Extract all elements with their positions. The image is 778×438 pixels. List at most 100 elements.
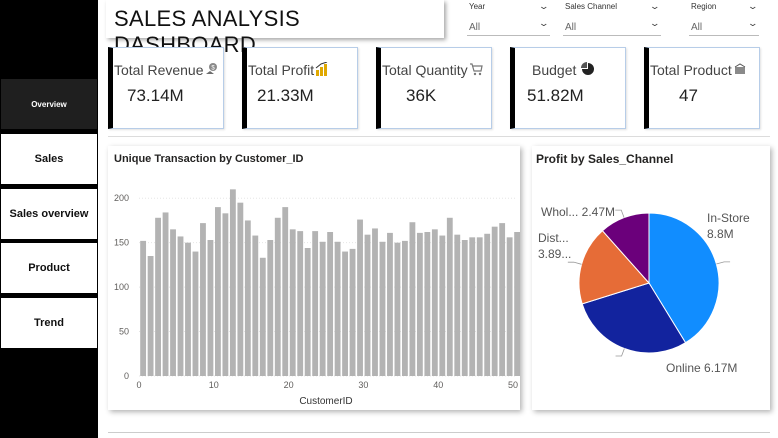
- bar[interactable]: [387, 232, 393, 376]
- bar[interactable]: [469, 237, 476, 376]
- bar[interactable]: [499, 223, 506, 376]
- kpi-card-total-quantity: Total Quantity 36K: [376, 47, 492, 129]
- bar[interactable]: [252, 235, 259, 376]
- kpi-card-total-profit: Total Profit 21.33M: [242, 47, 358, 129]
- nav-item-overview[interactable]: Overview: [1, 79, 97, 129]
- pie-icon: [581, 62, 595, 75]
- chevron-down-icon[interactable]: ⌄: [650, 1, 661, 12]
- bar[interactable]: [162, 212, 169, 376]
- slicer-underline: [467, 35, 550, 36]
- section-divider: [108, 136, 770, 137]
- nav-item-trend[interactable]: Trend: [1, 298, 97, 348]
- pie-slice-label: Whol... 2.47M: [541, 205, 615, 219]
- bar[interactable]: [491, 226, 498, 376]
- kpi-card-budget: Budget 51.82M: [510, 47, 626, 129]
- bar[interactable]: [461, 240, 468, 376]
- bar[interactable]: [416, 232, 423, 376]
- bar[interactable]: [334, 241, 341, 376]
- chevron-down-icon[interactable]: ⌄: [650, 18, 661, 29]
- chevron-down-icon[interactable]: ⌄: [539, 1, 550, 12]
- bar[interactable]: [319, 241, 326, 376]
- bar[interactable]: [177, 236, 184, 376]
- chevron-down-icon[interactable]: ⌄: [748, 1, 759, 12]
- bar[interactable]: [229, 189, 236, 376]
- nav-item-sales-overview[interactable]: Sales overview: [1, 189, 97, 239]
- pie-leader-line: [716, 261, 731, 265]
- bar-chart-card[interactable]: Unique Transaction by Customer_ID 0 50 100…: [108, 146, 520, 410]
- bar[interactable]: [244, 220, 251, 376]
- bar[interactable]: [446, 217, 453, 376]
- bar[interactable]: [200, 223, 206, 376]
- bar[interactable]: [259, 257, 266, 376]
- pie-slice-value: 3.89...: [538, 247, 571, 261]
- bar[interactable]: [222, 213, 229, 376]
- bar[interactable]: [372, 228, 378, 376]
- slicer-value: All: [469, 22, 481, 33]
- pie-chart: In-Store 8.8M Online 6.17M Dist... 3.89... Wh…: [538, 205, 750, 375]
- bar[interactable]: [192, 251, 199, 376]
- slicer-region[interactable]: Region ⌄ All ⌄: [689, 0, 759, 40]
- kpi-card-total-revenue: Total Revenue $ 73.14M: [108, 47, 224, 129]
- slicer-value: All: [691, 22, 703, 33]
- kpi-label-text: Total Product: [650, 62, 732, 78]
- bar[interactable]: [394, 242, 401, 376]
- pie-leader-line: [615, 209, 625, 218]
- bar[interactable]: [147, 256, 154, 376]
- bar[interactable]: [304, 248, 311, 376]
- bar[interactable]: [439, 235, 446, 376]
- y-tick-label: 50: [119, 327, 129, 337]
- chevron-down-icon[interactable]: ⌄: [748, 18, 759, 29]
- kpi-label-text: Budget: [532, 62, 577, 78]
- kpi-value: 21.33M: [257, 86, 314, 105]
- bar[interactable]: [342, 251, 348, 376]
- bar[interactable]: [170, 229, 176, 376]
- bar[interactable]: [185, 242, 191, 376]
- bar[interactable]: [431, 229, 438, 376]
- bar[interactable]: [327, 232, 334, 376]
- bar[interactable]: [424, 232, 431, 376]
- kpi-label: Budget: [532, 62, 595, 78]
- box-icon: [734, 63, 745, 74]
- y-tick-label: 100: [114, 282, 129, 292]
- bar[interactable]: [214, 207, 221, 376]
- pie-chart-card[interactable]: Profit by Sales_Channel In-Store 8.8M Onli…: [532, 146, 770, 410]
- nav-item-product[interactable]: Product: [1, 243, 97, 293]
- slicer-label: Sales Channel: [565, 2, 618, 11]
- bar[interactable]: [484, 233, 491, 376]
- bar[interactable]: [312, 231, 319, 376]
- bar[interactable]: [364, 234, 371, 376]
- bar[interactable]: [476, 237, 483, 376]
- bar[interactable]: [237, 202, 244, 376]
- bar[interactable]: [140, 240, 147, 376]
- bar[interactable]: [282, 207, 289, 376]
- bar[interactable]: [514, 232, 520, 376]
- bar[interactable]: [506, 237, 513, 376]
- y-tick-label: 150: [114, 238, 129, 248]
- bar[interactable]: [409, 222, 416, 376]
- nav-item-label: Overview: [31, 99, 67, 109]
- bar[interactable]: [297, 231, 304, 376]
- bar[interactable]: [454, 234, 461, 376]
- kpi-label: Total Quantity: [382, 62, 483, 78]
- chevron-down-icon[interactable]: ⌄: [539, 18, 550, 29]
- nav-item-sales[interactable]: Sales: [1, 134, 97, 184]
- bar[interactable]: [289, 229, 296, 376]
- x-tick-label: 50: [508, 380, 518, 390]
- pie-leader-line: [615, 348, 625, 357]
- slicer-year[interactable]: Year ⌄ All ⌄: [467, 0, 550, 40]
- bar[interactable]: [401, 240, 408, 376]
- kpi-value: 47: [679, 86, 698, 105]
- y-tick-label: 200: [114, 193, 129, 203]
- bar[interactable]: [357, 219, 363, 376]
- bar[interactable]: [379, 241, 386, 376]
- bar[interactable]: [207, 240, 214, 376]
- bar[interactable]: [267, 240, 274, 376]
- bar[interactable]: [274, 217, 281, 376]
- slicer-value: All: [565, 22, 577, 33]
- kpi-value: 73.14M: [127, 86, 184, 105]
- bar[interactable]: [349, 248, 356, 376]
- bar[interactable]: [155, 217, 161, 376]
- slicer-sales-channel[interactable]: Sales Channel ⌄ All ⌄: [563, 0, 661, 40]
- kpi-label: Total Profit: [248, 62, 329, 78]
- kpi-value: 51.82M: [527, 86, 584, 105]
